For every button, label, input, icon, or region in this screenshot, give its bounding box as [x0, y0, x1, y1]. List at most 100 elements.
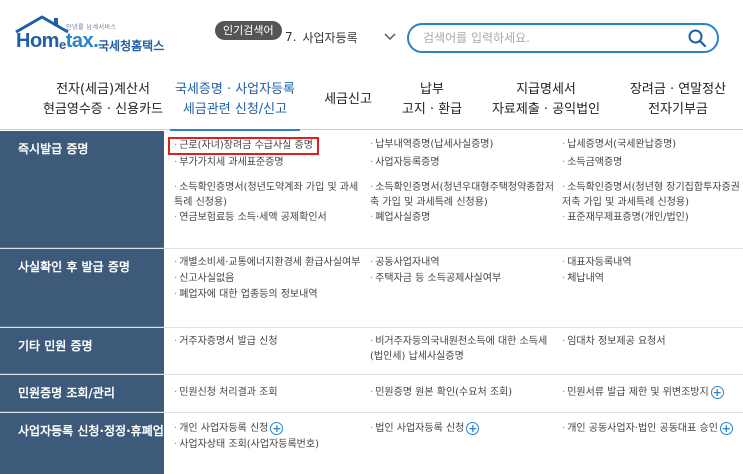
section-items: · 근로(자녀)장려금 수급사실 증명 · 납부내역증명(납세사실증명) · 납세증명… — [164, 131, 743, 228]
nav-item-incentives[interactable]: 장려금 · 연말정산 전자기부금 — [618, 80, 738, 120]
popular-search-select[interactable]: 7. 사업자등록 — [277, 25, 401, 49]
menu-link[interactable]: · 표준재무제표증명(개인/법인) — [562, 210, 743, 226]
chevron-down-icon — [384, 33, 396, 41]
menu-link-label: 개별소비세·교통에너지환경세 환급사실여부 — [179, 257, 361, 268]
nav-item-line: 현금영수증 · 신용카드 — [42, 102, 164, 117]
menu-link[interactable]: · 소득확인증명서(청년우대형주택청약종합저축 가입 및 과세특례 신청용) — [370, 171, 562, 210]
menu-link-label: 소득확인증명서(청년형 장기집합투자증권저축 가입 및 과세특례 신청용) — [562, 182, 740, 208]
menu-link[interactable]: · 사업자등록증명 — [370, 155, 562, 171]
nav-item-line: 자료제출 · 공익법인 — [491, 102, 601, 117]
menu-link-label: 소득금액증명 — [567, 157, 623, 168]
popular-search-badge: 인기검색어 — [215, 21, 282, 40]
header: 안녕를 납세서비스 Hometax. 국세청홈택스 인기검색어 7. 사업자등록 — [0, 0, 743, 72]
menu-link-label: 표준재무제표증명(개인/법인) — [567, 212, 689, 223]
nav-item-line: 장려금 · 연말정산 — [629, 82, 727, 97]
menu-link-label: 납세증명서(국세완납증명) — [567, 139, 677, 150]
section-row: 사업자등록 신청·정정·휴폐업 · 개인 사업자등록 신청 + · 법인 사업자등록 … — [0, 413, 743, 474]
section-items: · 개별소비세·교통에너지환경세 환급사실여부 · 공동사업자내역 · 대표자등록내역… — [164, 249, 743, 305]
nav-item-line: 지급명세서 — [516, 82, 576, 97]
menu-link-label: 폐업자에 대한 업종등의 정보내역 — [179, 289, 318, 300]
menu-link[interactable]: · 부가가치세 과세표준증명 — [174, 155, 370, 171]
menu-link-label: 소득확인증명서(청년우대형주택청약종합저축 가입 및 과세특례 신청용) — [370, 182, 554, 208]
nav-item-certificates[interactable]: 국세증명 · 사업자등록 세금관련 신청/신고 — [170, 80, 300, 131]
main-nav: 전자(세금)계산서 현금영수증 · 신용카드 국세증명 · 사업자등록 세금관련… — [0, 72, 743, 131]
menu-link[interactable]: · 폐업사실증명 — [370, 210, 562, 226]
logo-brand-home: Hom — [16, 30, 59, 52]
highlighted-link[interactable]: · 근로(자녀)장려금 수급사실 증명 — [168, 137, 319, 155]
nav-item-payment-statement[interactable]: 지급명세서 자료제출 · 공익법인 — [486, 80, 606, 120]
section-title: 사업자등록 신청·정정·휴폐업 — [0, 413, 164, 474]
nav-item-line: 전자(세금)계산서 — [56, 82, 150, 97]
section-row: 기타 민원 증명 · 거주자증명서 발급 신청 · 비거주자등의국내원천소득에 대한… — [0, 328, 743, 375]
menu-link-label: 민원신청 처리결과 조회 — [179, 387, 278, 398]
menu-link[interactable]: · 민원서류 발급 제한 및 위변조방지 + — [562, 385, 743, 401]
menu-link[interactable]: · 임대차 정보제공 요청서 — [562, 334, 743, 364]
section-title: 즉시발급 증명 — [0, 131, 164, 248]
section-row: 즉시발급 증명 · 근로(자녀)장려금 수급사실 증명 · 납부내역증명(납세사실증… — [0, 131, 743, 249]
menu-link[interactable]: · 사업자상태 조회(사업자등록번호) — [174, 437, 370, 453]
menu-link-label: 부가가치세 과세표준증명 — [179, 157, 284, 168]
menu-link[interactable]: · 연금보험료등 소득·세액 공제확인서 — [174, 210, 370, 226]
nav-item-e-invoice[interactable]: 전자(세금)계산서 현금영수증 · 신용카드 — [28, 80, 178, 120]
plus-circle-icon[interactable]: + — [270, 421, 284, 435]
menu-link[interactable]: · 납부내역증명(납세사실증명) — [370, 137, 562, 155]
menu-link[interactable]: · 폐업자에 대한 업종등의 정보내역 — [174, 287, 370, 303]
nav-item-payment[interactable]: 납부 고지 · 환급 — [392, 80, 472, 120]
service-table: 즉시발급 증명 · 근로(자녀)장려금 수급사실 증명 · 납부내역증명(납세사실증… — [0, 131, 743, 474]
menu-link[interactable]: · 법인 사업자등록 신청 + — [370, 421, 562, 437]
menu-link-label: 공동사업자내역 — [375, 257, 440, 268]
section-items: · 개인 사업자등록 신청 + · 법인 사업자등록 신청 + · 개인 공동사업자·법인… — [164, 413, 743, 455]
menu-link[interactable]: · 신고사실없음 — [174, 271, 370, 287]
menu-link-label: 법인 사업자등록 신청 — [375, 423, 465, 434]
section-title: 민원증명 조회/관리 — [0, 375, 164, 412]
plus-circle-icon[interactable]: + — [710, 385, 724, 399]
menu-link-label: 대표자등록내역 — [567, 257, 632, 268]
hometax-logo[interactable]: 안녕를 납세서비스 Hometax. 국세청홈택스 — [12, 14, 182, 60]
menu-link[interactable]: · 소득확인증명서(청년형 장기집합투자증권저축 가입 및 과세특례 신청용) — [562, 171, 743, 210]
popular-search-number: 7. — [285, 30, 297, 44]
logo-sub: 국세청홈택스 — [98, 39, 165, 53]
menu-link[interactable]: · 주택자금 등 소득공제사실여부 — [370, 271, 562, 287]
menu-link-label: 사업자상태 조회(사업자등록번호) — [179, 439, 319, 450]
logo-brand-e: e — [58, 37, 66, 52]
menu-link[interactable]: · 납세증명서(국세완납증명) — [562, 137, 743, 155]
search-input[interactable] — [423, 29, 673, 47]
menu-link[interactable]: · 민원신청 처리결과 조회 — [174, 385, 370, 401]
menu-link-label: 비거주자등의국내원천소득에 대한 소득세(법인세) 납세사실증명 — [370, 336, 548, 362]
menu-link[interactable]: · 소득금액증명 — [562, 155, 743, 171]
menu-link-label: 연금보험료등 소득·세액 공제확인서 — [179, 212, 327, 223]
menu-link[interactable]: · 비거주자등의국내원천소득에 대한 소득세(법인세) 납세사실증명 — [370, 334, 562, 364]
logo-brand: Hometax. — [16, 30, 99, 53]
search-icon[interactable] — [687, 28, 707, 48]
nav-item-line: 국세증명 · 사업자등록 — [174, 82, 296, 97]
logo-brand-tax: tax. — [65, 30, 99, 52]
menu-link-label: 납부내역증명(납세사실증명) — [375, 139, 494, 150]
menu-link[interactable]: · 개인 공동사업자·법인 공동대표 승인 + — [562, 421, 743, 437]
menu-link[interactable]: · 대표자등록내역 — [562, 255, 743, 271]
nav-item-line: 전자기부금 — [648, 102, 708, 117]
menu-link-label: 거주자증명서 발급 신청 — [179, 336, 278, 347]
popular-search-term: 사업자등록 — [302, 30, 358, 45]
menu-link-label: 민원서류 발급 제한 및 위변조방지 — [567, 387, 709, 398]
menu-link[interactable]: · 거주자증명서 발급 신청 — [174, 334, 370, 364]
section-items: · 거주자증명서 발급 신청 · 비거주자등의국내원천소득에 대한 소득세(법인세)… — [164, 328, 743, 366]
menu-link-label: 폐업사실증명 — [375, 212, 431, 223]
plus-circle-icon[interactable]: + — [719, 421, 733, 435]
menu-link[interactable]: · 개인 사업자등록 신청 + — [174, 421, 370, 437]
search-box — [407, 23, 719, 53]
menu-link-label: 주택자금 등 소득공제사실여부 — [375, 273, 502, 284]
plus-circle-icon[interactable]: + — [466, 421, 480, 435]
menu-link-label: 신고사실없음 — [179, 273, 235, 284]
section-row: 민원증명 조회/관리 · 민원신청 처리결과 조회 · 민원증명 원본 확인(수요처… — [0, 375, 743, 413]
menu-link[interactable]: · 개별소비세·교통에너지환경세 환급사실여부 — [174, 255, 370, 271]
menu-link-label: 사업자등록증명 — [375, 157, 440, 168]
menu-link[interactable]: · 체납내역 — [562, 271, 743, 287]
menu-link-label: 개인 공동사업자·법인 공동대표 승인 — [567, 423, 718, 434]
menu-link[interactable]: · 소득확인증명서(청년도약계좌 가입 및 과세특례 신청용) — [174, 171, 370, 210]
menu-link[interactable]: · 공동사업자내역 — [370, 255, 562, 271]
nav-item-line: 납부 — [420, 82, 444, 97]
nav-item-line: 고지 · 환급 — [401, 102, 463, 117]
menu-link[interactable]: · 민원증명 원본 확인(수요처 조회) — [370, 385, 562, 401]
nav-item-tax-filing[interactable]: 세금신고 — [316, 90, 380, 110]
menu-link[interactable]: · 근로(자녀)장려금 수급사실 증명 — [168, 137, 370, 155]
